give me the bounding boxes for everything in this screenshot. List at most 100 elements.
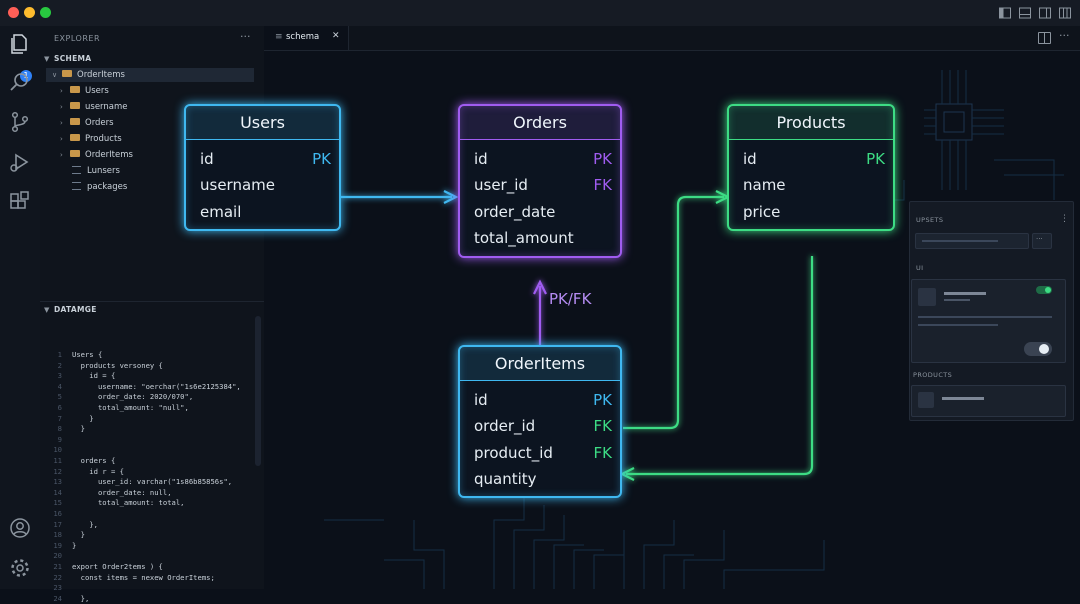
ui-card-subtitle-bar bbox=[944, 299, 970, 301]
entity-field: email bbox=[200, 202, 242, 221]
line-number: 9 bbox=[57, 434, 62, 444]
close-tab-button[interactable]: ✕ bbox=[332, 31, 340, 41]
code-scrollbar[interactable] bbox=[255, 316, 261, 466]
line-number: 18 bbox=[53, 530, 62, 540]
tree-item-orders[interactable]: › Orders bbox=[60, 116, 114, 130]
code-text: const items = nexew OrderItems; bbox=[72, 572, 215, 582]
upsets-options-button[interactable]: ··· bbox=[1032, 233, 1052, 249]
line-number: 2 bbox=[57, 360, 62, 370]
account-icon[interactable] bbox=[8, 516, 32, 540]
tree-item-label: packages bbox=[87, 182, 128, 192]
entity-users-title: Users bbox=[186, 106, 339, 140]
explorer-more-button[interactable]: ··· bbox=[240, 30, 251, 43]
ui-card-line-1 bbox=[918, 316, 1052, 318]
tab-bar: ≡ schema ✕ ··· bbox=[264, 26, 1080, 51]
code-line: 8 } bbox=[40, 424, 85, 434]
code-text: id = { bbox=[72, 371, 116, 381]
code-text: user_id: varchar("1s86b85856s", bbox=[72, 477, 233, 487]
status-toggle-on[interactable] bbox=[1036, 286, 1052, 294]
editor-more-button[interactable]: ··· bbox=[1059, 29, 1070, 42]
chevron-right-icon: › bbox=[60, 135, 63, 143]
schema-section-label: SCHEMA bbox=[54, 54, 92, 63]
entity-key-badge: PK bbox=[866, 150, 885, 168]
upsets-input[interactable] bbox=[915, 233, 1029, 249]
tab-schema[interactable]: ≡ schema ✕ bbox=[264, 26, 349, 50]
entity-users[interactable]: Users id PK username email bbox=[184, 104, 341, 231]
line-number: 11 bbox=[53, 456, 62, 465]
code-line: 16 bbox=[40, 509, 72, 519]
code-line: 21 export Order2tems ) { bbox=[40, 562, 163, 572]
code-line: 12 id r = { bbox=[40, 467, 124, 477]
products-card[interactable] bbox=[911, 385, 1066, 417]
line-number: 5 bbox=[57, 392, 62, 402]
tree-item-users[interactable]: › Users bbox=[60, 84, 109, 98]
tree-item-products[interactable]: › Products bbox=[60, 132, 122, 146]
toggle-secondary-sidebar-icon[interactable] bbox=[1038, 6, 1052, 20]
minimize-window-button[interactable] bbox=[24, 7, 35, 18]
activity-bar: 1 bbox=[0, 26, 41, 589]
ui-card-toggle[interactable] bbox=[1024, 342, 1052, 356]
code-line: 22 const items = nexew OrderItems; bbox=[40, 572, 215, 583]
code-line: 17 }, bbox=[40, 520, 98, 530]
tree-item-packages[interactable]: packages bbox=[72, 180, 127, 194]
code-line: 23 bbox=[40, 583, 72, 593]
code-text: username: "oerchar("1s6e2125384", bbox=[72, 381, 241, 391]
chevron-right-icon: › bbox=[60, 151, 63, 159]
ui-card bbox=[911, 279, 1066, 363]
chevron-down-icon: ∨ bbox=[52, 71, 58, 79]
search-icon[interactable] bbox=[8, 70, 32, 94]
schema-section-header[interactable]: ▼ SCHEMA bbox=[44, 54, 91, 63]
customize-layout-icon[interactable] bbox=[1058, 6, 1072, 20]
entity-field: user_id bbox=[474, 176, 528, 195]
code-line: 18 } bbox=[40, 530, 85, 540]
maximize-window-button[interactable] bbox=[40, 7, 51, 18]
line-number: 1 bbox=[57, 350, 62, 359]
line-number: 7 bbox=[57, 413, 62, 423]
datamge-section-header[interactable]: ▼ DATAMGE bbox=[44, 305, 97, 314]
line-number: 3 bbox=[57, 371, 62, 381]
tree-item-lunsers[interactable]: Lunsers bbox=[72, 164, 120, 178]
entity-field: price bbox=[743, 202, 781, 221]
tree-item-orderitems[interactable]: › OrderItems bbox=[60, 148, 133, 162]
toggle-primary-sidebar-icon[interactable] bbox=[998, 6, 1012, 20]
ui-card-line-2 bbox=[918, 324, 998, 326]
folder-icon bbox=[70, 118, 80, 125]
upsets-more-button[interactable]: ⋮ bbox=[1060, 214, 1069, 224]
line-number: 16 bbox=[53, 509, 62, 518]
tree-root-orderitems[interactable]: ∨ OrderItems bbox=[46, 68, 254, 82]
explorer-icon[interactable] bbox=[8, 32, 32, 56]
side-panel: UPSETS ⋮ ··· UI PRODUCTS bbox=[909, 201, 1074, 421]
close-window-button[interactable] bbox=[8, 7, 19, 18]
chevron-right-icon: › bbox=[60, 103, 63, 111]
entity-products[interactable]: Products id PK name price bbox=[727, 104, 895, 231]
toggle-panel-icon[interactable] bbox=[1018, 6, 1032, 20]
source-control-icon[interactable] bbox=[8, 110, 32, 134]
code-line: 9 bbox=[40, 435, 72, 445]
editor-area: ≡ schema ✕ ··· UPSETS ⋮ ··· UI PRODUCTS bbox=[264, 26, 1080, 589]
run-debug-icon[interactable] bbox=[8, 150, 32, 174]
code-text: }, bbox=[72, 519, 98, 529]
settings-gear-icon[interactable] bbox=[8, 556, 32, 580]
entity-orderitems[interactable]: OrderItems id PK order_id FK product_id FK quan… bbox=[458, 345, 622, 498]
split-editor-icon[interactable] bbox=[1038, 32, 1051, 44]
file-lines-icon: ≡ bbox=[275, 32, 283, 42]
entity-products-title: Products bbox=[729, 106, 893, 140]
entity-field: name bbox=[743, 176, 786, 195]
entity-field: product_id bbox=[474, 443, 553, 462]
code-text: Users { bbox=[72, 350, 103, 359]
folder-icon bbox=[62, 70, 72, 77]
tree-item-username[interactable]: › username bbox=[60, 100, 128, 114]
entity-orders[interactable]: Orders id PK user_id FK order_date total_amoun… bbox=[458, 104, 622, 258]
code-text: orders { bbox=[72, 456, 116, 465]
line-number: 21 bbox=[53, 562, 62, 571]
extensions-icon[interactable] bbox=[8, 190, 32, 214]
code-line: 7 } bbox=[40, 414, 94, 424]
code-text: order_date: 2020/070", bbox=[72, 392, 194, 402]
code-text: products versoney { bbox=[72, 360, 163, 370]
relation-products-orderitems bbox=[626, 256, 814, 476]
code-line: 19} bbox=[40, 541, 76, 551]
entity-key-badge: FK bbox=[593, 176, 612, 195]
code-text: } bbox=[72, 413, 94, 423]
ui-card-thumbnail bbox=[918, 288, 936, 306]
tree-root-label: OrderItems bbox=[77, 70, 125, 80]
